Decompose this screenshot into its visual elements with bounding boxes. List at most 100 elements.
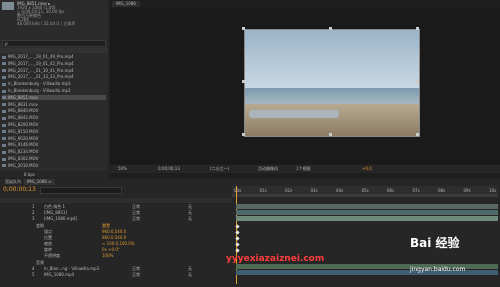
property-value[interactable]: 0x +0.0° [102, 247, 120, 252]
property-value[interactable]: ∞ 100.0,100.0% [102, 241, 135, 246]
project-file-item[interactable]: ln_Blankenburg - Villawilla.mp3 [2, 81, 106, 86]
project-file-item[interactable]: IMG_2017_..._19_01_42_Pro.mp4 [2, 61, 106, 66]
time-ruler-label: 02s [285, 188, 293, 193]
search-input[interactable]: ρ [2, 40, 106, 47]
layer-name[interactable]: 白色 纯色 1 [44, 204, 65, 209]
project-file-item[interactable]: ln_Blankenburg - Villawilla.mp3 [2, 88, 106, 93]
time-ruler-label: 04s [336, 188, 344, 193]
timeline-layer-row[interactable]: 3 [IMG_1086.mp4] 正常 无 [2, 216, 230, 221]
transform-reset[interactable]: 重置 [102, 223, 110, 228]
project-file-item[interactable]: IMG_9146.MOV [2, 142, 106, 147]
timeline-search[interactable] [40, 187, 122, 194]
layer-mode[interactable]: 正常 [132, 216, 140, 221]
keyframe[interactable] [235, 230, 240, 235]
layer-parent[interactable]: 无 [188, 216, 192, 221]
track-bar[interactable] [236, 216, 498, 221]
file-icon [2, 157, 6, 161]
property-name: 不透明度 [44, 253, 60, 258]
views-dropdown[interactable]: 1个视图 [296, 165, 311, 173]
project-file-item[interactable]: IMG_2017_..._21_10_41_Pro.mp4 [2, 68, 106, 73]
camera-dropdown[interactable]: 活动摄像机 [258, 165, 278, 173]
transform-handle[interactable] [416, 133, 419, 136]
layer-mode[interactable]: 正常 [132, 210, 140, 215]
track-bar[interactable] [236, 204, 498, 209]
timeline-layer-row[interactable]: 5 IMG_1086.mp4 正常 无 [2, 272, 230, 277]
time-ruler-label: 06s [387, 188, 395, 193]
file-name: IMG_2017_..._21_10_41_Pro.mp4 [8, 67, 74, 73]
layer-name[interactable]: [IMG_8851] [44, 210, 67, 215]
layer-mode[interactable]: 正常 [132, 266, 140, 271]
project-file-item[interactable]: IMG_8234.MOV [2, 149, 106, 154]
project-file-item[interactable]: IMG_8150.MOV [2, 129, 106, 134]
project-file-list: IMG_2017_..._19_01_49_Pro.mp4 IMG_2017_..… [0, 54, 108, 174]
project-file-item[interactable]: IMG_2017_..._19_01_49_Pro.mp4 [2, 54, 106, 59]
project-file-item[interactable]: IMG_8302.MOV [2, 156, 106, 161]
layer-parent[interactable]: 无 [188, 204, 192, 209]
layer-parent[interactable]: 无 [188, 210, 192, 215]
property-value[interactable]: 960.0,540.0 [102, 229, 126, 234]
timeline-layer-row[interactable]: 锚点 960.0,540.0 [2, 229, 230, 234]
keyframe[interactable] [235, 236, 240, 241]
exposure-value[interactable]: +0.0 [362, 165, 372, 173]
work-area-bar[interactable] [232, 194, 498, 197]
current-time[interactable]: 0;00;00;13 [3, 186, 36, 193]
timeline-layer-row[interactable]: 音频 [2, 260, 230, 265]
transform-handle[interactable] [242, 80, 245, 83]
timeline-layer-row[interactable]: 4 ln_Blan...ng - Villawilla.mp3 正常 无 [2, 266, 230, 271]
bit-depth-label[interactable]: 8 bpc [24, 172, 35, 177]
project-file-item[interactable]: IMG_8842.MOV [2, 115, 106, 120]
time-ruler-label: 08s [438, 188, 446, 193]
layer-parent[interactable]: 无 [188, 266, 192, 271]
project-file-item[interactable]: IMG_8831.mov [2, 102, 106, 107]
project-file-item[interactable]: IMG_8200.MOV [2, 122, 106, 127]
layer-parent[interactable]: 无 [188, 272, 192, 277]
layer-mode[interactable]: 正常 [132, 204, 140, 209]
project-file-item[interactable]: IMG_2010.MOV [2, 163, 106, 168]
track-bar[interactable] [236, 210, 498, 215]
file-name: IMG_8851.mov [8, 94, 38, 100]
transform-handle[interactable] [416, 80, 419, 83]
layer-name[interactable]: IMG_1086.mp4 [44, 272, 74, 277]
video-frame[interactable] [244, 29, 420, 137]
file-icon [2, 103, 6, 107]
wet-sand [249, 110, 339, 118]
keyframe[interactable] [235, 224, 240, 229]
viewer-timecode[interactable]: 0;00;00;13 [158, 165, 180, 173]
timeline-layer-row[interactable]: 1 白色 纯色 1 正常 无 [2, 204, 230, 209]
layer-name[interactable]: ln_Blan...ng - Villawilla.mp3 [44, 266, 99, 271]
file-icon [2, 69, 6, 73]
viewer-canvas[interactable] [110, 8, 500, 164]
zoom-dropdown[interactable]: 50% [118, 165, 127, 173]
keyframe[interactable] [235, 242, 240, 247]
timeline-layer-row[interactable]: 变换 重置 [2, 223, 230, 228]
layer-name[interactable]: [IMG_1086.mp4] [44, 216, 77, 221]
timeline-layer-row[interactable]: 不透明度 100% [2, 253, 230, 258]
tab-comp[interactable]: IMG_1086 ≡ [24, 179, 55, 185]
layer-mode[interactable]: 正常 [132, 272, 140, 277]
property-value[interactable]: 960.0,540.0 [102, 235, 126, 240]
property-value[interactable]: 100% [102, 253, 113, 258]
timeline-layer-row[interactable]: 旋转 0x +0.0° [2, 247, 230, 252]
transform-handle[interactable] [416, 27, 419, 30]
file-icon [2, 143, 6, 147]
project-file-item[interactable]: IMG_9020.MOV [2, 136, 106, 141]
transform-handle[interactable] [242, 27, 245, 30]
time-ruler[interactable]: 00s 01s 02s 03s 04s 05s 06s 07s 08s 09s 10s [232, 186, 498, 194]
file-icon [2, 150, 6, 154]
transform-handle[interactable] [329, 133, 332, 136]
tab-render-queue[interactable]: 渲染队列 [2, 179, 24, 185]
keyframe[interactable] [235, 248, 240, 253]
transform-handle[interactable] [242, 133, 245, 136]
resolution-dropdown[interactable]: (二分之一) [210, 165, 229, 173]
timeline-layer-row[interactable]: 2 [IMG_8851] 正常 无 [2, 210, 230, 215]
property-name: 缩放 [44, 241, 52, 246]
file-icon [2, 116, 6, 120]
file-name: IMG_8840.MOV [8, 108, 39, 114]
transform-handle[interactable] [329, 27, 332, 30]
timeline-layer-row[interactable]: 位置 960.0,540.0 [2, 235, 230, 240]
timeline-layer-row[interactable]: 缩放 ∞ 100.0,100.0% [2, 241, 230, 246]
project-file-item[interactable]: IMG_8851.mov [2, 94, 106, 100]
viewer-tab[interactable]: IMG_1086 [112, 1, 140, 7]
project-file-item[interactable]: IMG_8840.MOV [2, 108, 106, 113]
project-file-item[interactable]: IMG_2017_..._21_13_33_Pro.mp4 [2, 74, 106, 79]
